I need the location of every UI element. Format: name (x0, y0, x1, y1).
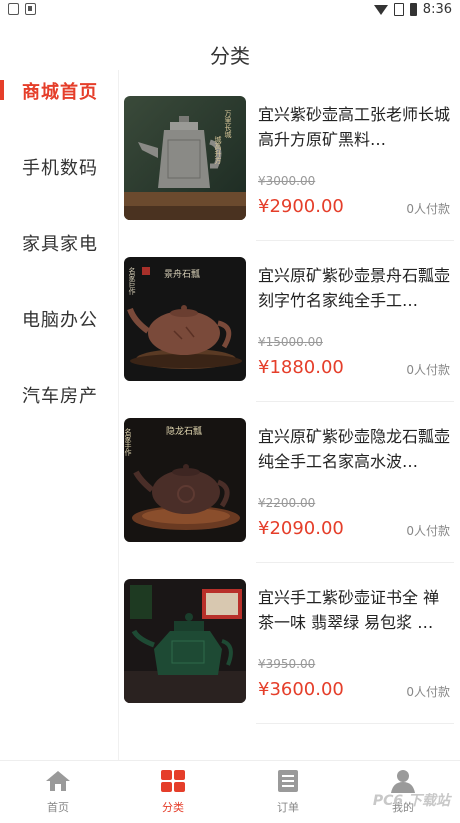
product-card[interactable]: 宜兴手工紫砂壶证书全 禅茶一味 翡翠绿 易包浆 … ¥3950.00 ¥3600… (124, 579, 454, 740)
battery-icon (409, 3, 417, 16)
original-price: ¥3950.00 (258, 657, 316, 671)
category-icon (161, 770, 185, 792)
product-title[interactable]: 宜兴手工紫砂壶证书全 禅茶一味 翡翠绿 易包浆 … (258, 585, 450, 635)
divider (256, 401, 454, 402)
tab-label: 首页 (47, 801, 69, 814)
sale-price: ¥1880.00 (258, 357, 344, 378)
svg-text:万里长城: 万里长城 (224, 110, 232, 139)
product-card[interactable]: 隐龙石瓢 名家手作 宜兴原矿紫砂壶隐龙石瓢壶纯全手工名家高水波… ¥2200.0… (124, 418, 454, 579)
svg-text:名家巨作: 名家巨作 (128, 266, 136, 296)
sale-price: ¥3600.00 (258, 679, 344, 700)
svg-text:名家手作: 名家手作 (124, 427, 132, 457)
product-card[interactable]: 万里长城 城高升方 宜兴紫砂壶高工张老师长城高升方原矿黑料… ¥3000.00 … (124, 96, 454, 257)
divider (256, 562, 454, 563)
notification-icon (8, 3, 19, 15)
sidebar-item-mall-home[interactable]: 商城首页 (22, 78, 98, 104)
product-image[interactable]: 景舟石瓢 名家巨作 (124, 257, 246, 381)
product-card[interactable]: 景舟石瓢 名家巨作 宜兴原矿紫砂壶景舟石瓢壶刻字竹名家纯全手工… ¥15000.… (124, 257, 454, 418)
no-sim-icon (393, 3, 404, 16)
product-image[interactable]: 万里长城 城高升方 (124, 96, 246, 220)
original-price: ¥2200.00 (258, 496, 316, 510)
divider (256, 723, 454, 724)
tab-category[interactable]: 分类 (143, 769, 203, 815)
product-title[interactable]: 宜兴紫砂壶高工张老师长城高升方原矿黑料… (258, 102, 450, 152)
svg-text:城高升方: 城高升方 (214, 136, 222, 165)
sale-price: ¥2900.00 (258, 196, 344, 217)
tab-label: 分类 (162, 801, 184, 814)
sidebar-item-appliances[interactable]: 家具家电 (22, 230, 98, 256)
status-time: 8:36 (422, 2, 452, 17)
product-title[interactable]: 宜兴原矿紫砂壶景舟石瓢壶刻字竹名家纯全手工… (258, 263, 450, 313)
app-icon (25, 3, 36, 15)
divider (256, 240, 454, 241)
watermark: PC6 下载站 (372, 793, 450, 809)
product-image[interactable] (124, 579, 246, 703)
svg-text:景舟石瓢: 景舟石瓢 (164, 268, 200, 280)
original-price: ¥15000.00 (258, 335, 323, 349)
category-sidebar: 商城首页 手机数码 家具家电 电脑办公 汽车房产 (0, 70, 119, 760)
tab-home[interactable]: 首页 (28, 769, 88, 815)
paid-count: 0人付款 (406, 524, 450, 538)
active-indicator (0, 80, 4, 100)
paid-count: 0人付款 (406, 363, 450, 377)
page-title: 分类 (210, 44, 250, 68)
sale-price: ¥2090.00 (258, 518, 344, 539)
tab-orders[interactable]: 订单 (258, 769, 318, 815)
wifi-icon (373, 4, 388, 15)
svg-text:隐龙石瓢: 隐龙石瓢 (166, 425, 202, 437)
order-icon (278, 770, 298, 792)
paid-count: 0人付款 (406, 202, 450, 216)
product-image[interactable]: 隐龙石瓢 名家手作 (124, 418, 246, 542)
original-price: ¥3000.00 (258, 174, 316, 188)
status-bar: 8:36 (0, 0, 460, 22)
sidebar-item-cars-realty[interactable]: 汽车房产 (22, 382, 98, 408)
tab-label: 订单 (277, 801, 299, 814)
paid-count: 0人付款 (406, 685, 450, 699)
sidebar-item-phones[interactable]: 手机数码 (22, 154, 98, 180)
home-icon (46, 771, 70, 791)
sidebar-item-computers[interactable]: 电脑办公 (22, 306, 98, 332)
product-title[interactable]: 宜兴原矿紫砂壶隐龙石瓢壶纯全手工名家高水波… (258, 424, 450, 474)
